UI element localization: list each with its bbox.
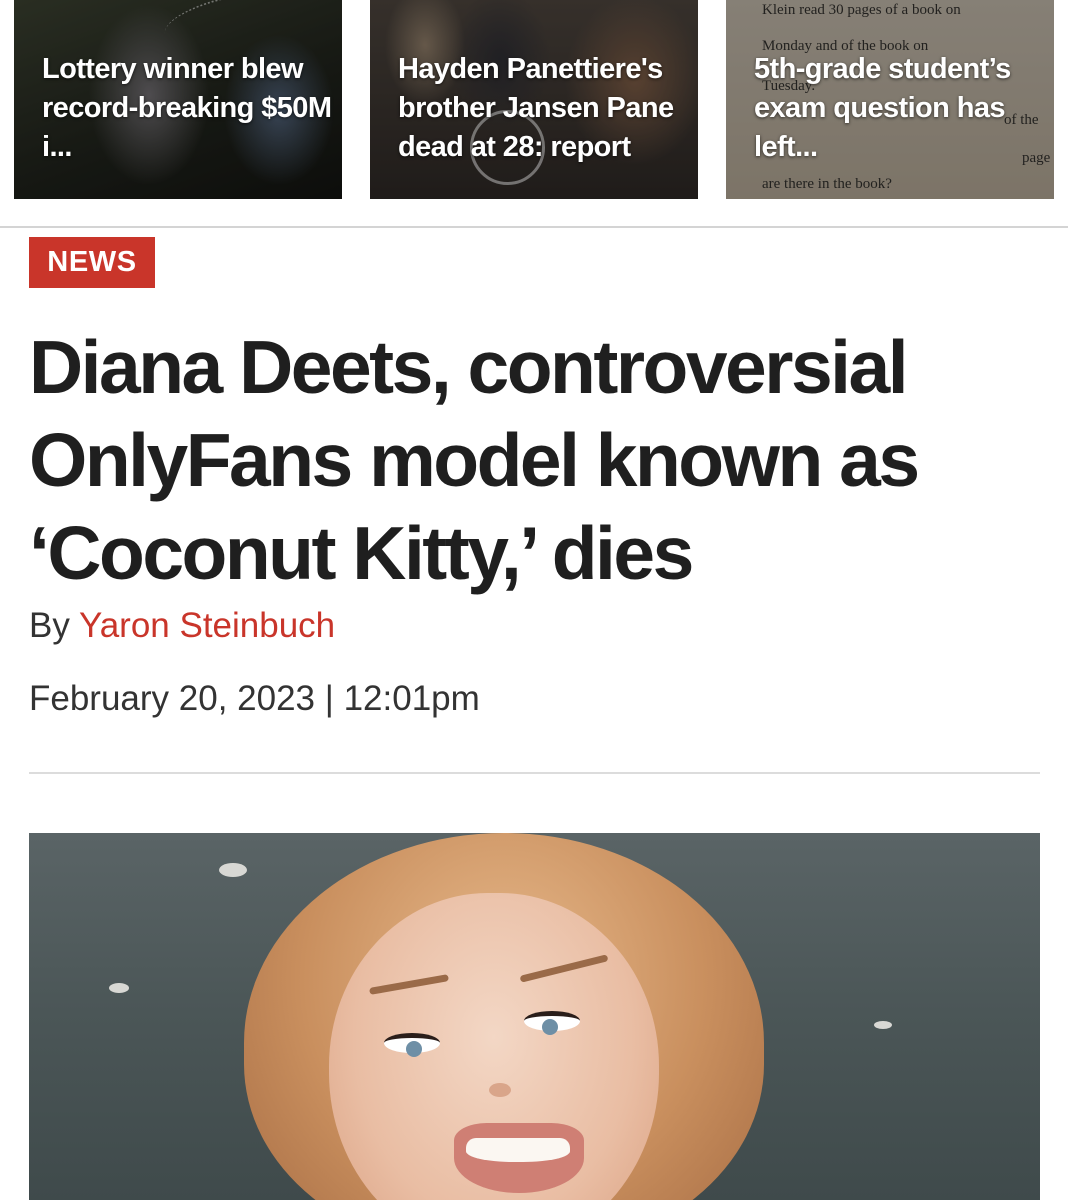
eye-detail (524, 1011, 580, 1035)
publish-time: 12:01pm (343, 679, 480, 718)
ceiling-light-detail (874, 1021, 892, 1029)
related-story-card-lottery[interactable]: Lottery winner blew record-breaking $50M… (14, 0, 342, 199)
date-time-separator: | (324, 679, 334, 718)
related-stories-strip: Lottery winner blew record-breaking $50M… (0, 0, 1068, 200)
article-dateline: February 20, 2023 | 12:01pm (29, 676, 480, 722)
related-story-card-panettiere[interactable]: Hayden Panettiere's brother Jansen Pane … (370, 0, 698, 199)
related-story-title: 5th-grade student’s exam question has le… (754, 53, 1011, 163)
article-byline: By Yaron Steinbuch (29, 604, 335, 648)
related-story-title: Lottery winner blew record-breaking $50M… (42, 53, 332, 163)
eye-detail (384, 1033, 440, 1057)
related-story-card-exam[interactable]: Klein read 30 pages of a book on Monday … (726, 0, 1054, 199)
content-divider (29, 772, 1040, 774)
author-link[interactable]: Yaron Steinbuch (79, 606, 335, 645)
section-divider (0, 226, 1068, 228)
ceiling-light-detail (109, 983, 129, 993)
publish-date: February 20, 2023 (29, 679, 316, 718)
section-badge-news[interactable]: NEWS (29, 237, 155, 288)
article-headline: Diana Deets, controversial OnlyFans mode… (29, 325, 920, 595)
byline-prefix: By (29, 606, 70, 645)
ceiling-light-detail (219, 863, 247, 877)
related-story-title: Hayden Panettiere's brother Jansen Pane … (398, 53, 674, 163)
diana-deets-portrait-photo[interactable] (29, 833, 1040, 1200)
